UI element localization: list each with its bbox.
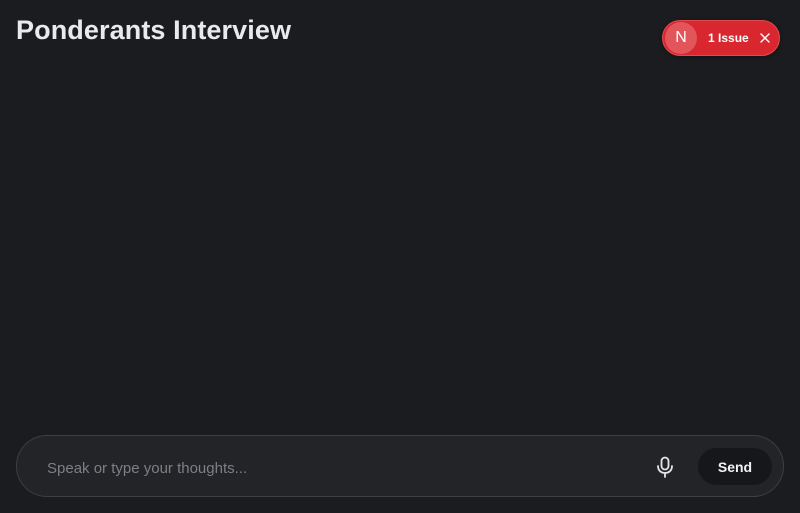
app-window: Ponderants Interview N 1 Issue Send <box>0 0 800 513</box>
microphone-button[interactable] <box>651 453 679 481</box>
microphone-icon <box>657 456 673 478</box>
page-title: Ponderants Interview <box>16 15 292 45</box>
issue-count-label[interactable]: 1 Issue <box>708 31 749 45</box>
message-input[interactable] <box>45 454 629 482</box>
nextjs-logo-icon: N <box>665 22 697 54</box>
send-button[interactable]: Send <box>698 448 772 485</box>
message-composer: Send <box>16 435 784 497</box>
issue-badge[interactable]: N 1 Issue <box>662 20 780 56</box>
close-icon[interactable] <box>758 31 772 45</box>
